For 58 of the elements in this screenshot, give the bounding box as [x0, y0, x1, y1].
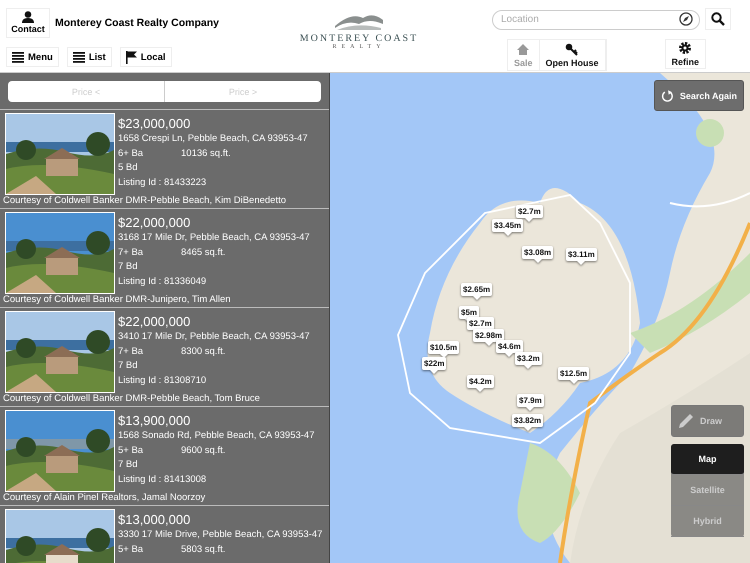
beds-count: 7 Bd [118, 458, 139, 472]
location-field[interactable]: Location [492, 10, 700, 30]
beds-count: 7 Bd [118, 260, 139, 274]
listing-id: Listing Id : 81308710 [118, 374, 208, 388]
menu-icon [12, 52, 24, 62]
listing-address: 1568 Sonado Rd, Pebble Beach, CA 93953-47 [118, 429, 314, 443]
nav-button[interactable]: Menu [6, 47, 59, 67]
square-feet: 8465 sq.ft. [181, 246, 226, 260]
search-icon [711, 12, 725, 26]
flag-icon [126, 50, 137, 64]
listing-card[interactable]: $22,000,000 3410 17 Mile Dr, Pebble Beach, CA 93953-47 7+ Ba 8300 sq.ft. 7 Bd Listing Id : 81308710 Courtesy of Coldwell Banker DMR-Pebble Beach, Tom Bruce [0, 307, 329, 406]
listing-address: 3330 17 Mile Drive, Pebble Beach, CA 93953-47 [118, 528, 322, 542]
beds-count: 7 Bd [118, 359, 139, 373]
compass-icon [679, 12, 693, 26]
listing-price: $13,900,000 [118, 412, 192, 429]
square-feet: 10136 sq.ft. [181, 146, 231, 160]
listing-address: 1658 Crespi Ln, Pebble Beach, CA 93953-47 [118, 132, 308, 146]
listing-card[interactable]: $13,000,000 3330 17 Mile Drive, Pebble Beach, CA 93953-47 5+ Ba 5803 sq.ft. [0, 505, 329, 563]
search-again-button[interactable]: Search Again [654, 80, 744, 111]
search-button[interactable] [705, 8, 731, 30]
menu-icon [72, 52, 85, 62]
listing-price: $22,000,000 [118, 313, 192, 330]
listing-courtesy: Courtesy of Coldwell Banker DMR-Pebble Beach, Kim DiBenedetto [3, 195, 288, 206]
map-type-tab[interactable]: Map [671, 444, 744, 475]
pencil-icon [678, 413, 694, 429]
listing-courtesy: Courtesy of Coldwell Banker DMR-Pebble Beach, Tom Bruce [3, 393, 261, 404]
listing-card[interactable]: $22,000,000 3168 17 Mile Dr, Pebble Beach, CA 93953-47 7+ Ba 8465 sq.ft. 7 Bd Listing Id : 81336049 Courtesy of Coldwell Banker DMR-Junipero, Tim Allen [0, 208, 329, 307]
listing-id: Listing Id : 81413008 [118, 472, 208, 486]
listing-card[interactable]: $13,900,000 1568 Sonado Rd, Pebble Beach, CA 93953-47 5+ Ba 9600 sq.ft. 7 Bd Listing Id : 81413008 Courtesy of Alain Pinel Realtors, Jamal Noorzoy [0, 406, 329, 505]
square-feet: 5803 sq.ft. [181, 542, 226, 556]
baths-count: 5+ Ba [118, 444, 144, 458]
listing-courtesy: Courtesy of Coldwell Banker DMR-Junipero, Tim Allen [3, 294, 232, 305]
listing-card[interactable]: $23,000,000 1658 Crespi Ln, Pebble Beach, CA 93953-47 6+ Ba 10136 sq.ft. 5 Bd Listing Id : 81433223 Courtesy of Coldwell Banker DMR-Pebble Beach, Kim DiBenedetto [0, 109, 329, 208]
nav-button[interactable]: List [66, 47, 112, 67]
refine-button[interactable]: Refine [664, 39, 706, 69]
listing-price: $13,000,000 [118, 511, 192, 528]
logo-name: MONTEREY COAST [300, 33, 418, 44]
listing-address: 3168 17 Mile Dr, Pebble Beach, CA 93953-47 [118, 231, 310, 245]
baths-count: 5+ Ba [118, 542, 144, 556]
beds-count: 5 Bd [118, 161, 139, 175]
baths-count: 6+ Ba [118, 146, 144, 160]
listing-price: $22,000,000 [118, 214, 192, 231]
square-feet: 8300 sq.ft. [181, 344, 226, 358]
baths-count: 7+ Ba [118, 344, 144, 358]
gear-icon [678, 41, 692, 55]
person-icon [21, 11, 35, 23]
house-icon [516, 42, 530, 56]
nav-button[interactable]: Local [120, 47, 172, 67]
listing-address: 3410 17 Mile Dr, Pebble Beach, CA 93953-47 [118, 330, 310, 344]
baths-count: 7+ Ba [118, 246, 144, 260]
listing-courtesy: Courtesy of Alain Pinel Realtors, Jamal Noorzoy [3, 492, 206, 503]
contact-button[interactable]: Contact [6, 8, 50, 38]
listing-price: $23,000,000 [118, 115, 192, 132]
listing-id: Listing Id : 81433223 [118, 176, 208, 190]
company-name: Monterey Coast Realty Company [55, 17, 219, 29]
square-feet: 9600 sq.ft. [181, 444, 226, 458]
listing-id: Listing Id : 81336049 [118, 274, 208, 288]
key-icon [565, 42, 580, 56]
